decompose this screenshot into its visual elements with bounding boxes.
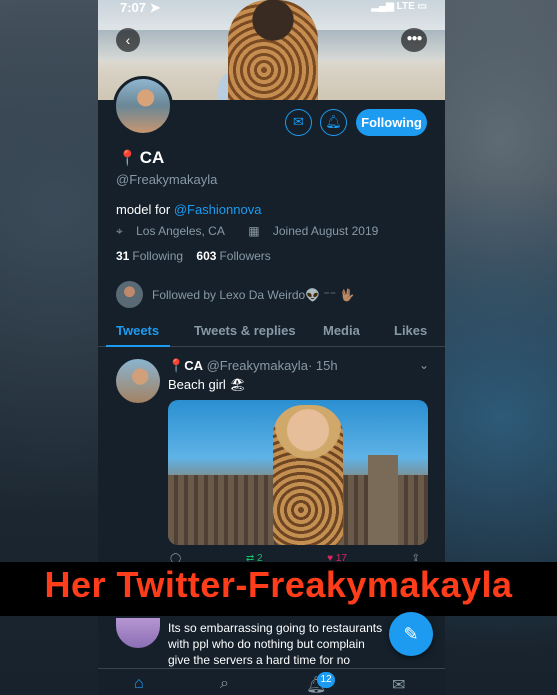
- chevron-down-icon[interactable]: ⌄: [419, 358, 429, 372]
- status-bar: 7:07 ➤ ▂▄▆ LTE ▭: [98, 0, 445, 16]
- profile-tabs: Tweets Tweets & replies Media Likes: [98, 315, 445, 347]
- location-icon: ⌖: [116, 224, 123, 238]
- location: ⌖ Los Angeles, CA: [116, 224, 225, 238]
- pin-icon: 📍: [168, 358, 185, 373]
- compose-button[interactable]: ✎: [389, 612, 433, 656]
- home-icon[interactable]: ⌂: [134, 675, 144, 693]
- notify-button[interactable]: 🔔︎: [320, 109, 347, 136]
- followed-by[interactable]: Followed by Lexo Da Weirdo👽 ⁻⁻ 🖖🏽: [116, 281, 354, 308]
- following-count[interactable]: 31 Following: [116, 249, 183, 263]
- follow-counts: 31 Following 603 Followers: [116, 249, 271, 263]
- second-tweet-text: Its so embarrassing going to restaurants…: [168, 621, 383, 667]
- caption-text: Her Twitter-Freakymakayla: [44, 564, 513, 605]
- mail-icon: ✉: [293, 114, 304, 129]
- tweet-text: Beach girl 🏖: [168, 377, 246, 392]
- profile-meta: ⌖ Los Angeles, CA ▦ Joined August 2019: [116, 224, 398, 239]
- status-right: ▂▄▆ LTE ▭: [371, 1, 427, 12]
- status-time: 7:07 ➤: [120, 0, 161, 15]
- tweet-avatar[interactable]: [116, 359, 160, 403]
- notification-badge: 12: [317, 672, 335, 688]
- compose-icon: ✎: [403, 624, 419, 644]
- tab-tweets[interactable]: Tweets: [116, 323, 159, 338]
- more-icon: ●●●: [406, 33, 422, 44]
- follower-avatar: [116, 281, 143, 308]
- back-button[interactable]: ‹: [116, 28, 140, 52]
- message-button[interactable]: ✉: [285, 109, 312, 136]
- tweet-image[interactable]: [168, 400, 428, 545]
- mail-icon[interactable]: ✉: [392, 675, 405, 695]
- tab-likes[interactable]: Likes: [394, 323, 427, 338]
- following-button[interactable]: Following: [356, 109, 427, 136]
- image-person: [273, 405, 343, 545]
- tab-media[interactable]: Media: [323, 323, 360, 338]
- profile-bio: model for @Fashionnova: [116, 202, 262, 217]
- profile-name: 📍 CA: [118, 148, 165, 167]
- join-date: ▦ Joined August 2019: [248, 224, 379, 238]
- pin-icon: 📍: [118, 150, 137, 167]
- bottom-nav: ⌂ ⌕ 🔔︎ ✉: [98, 668, 445, 695]
- tab-tweets-replies[interactable]: Tweets & replies: [194, 323, 296, 338]
- profile-avatar[interactable]: [113, 76, 173, 136]
- active-tab-indicator: [106, 345, 170, 347]
- search-icon[interactable]: ⌕: [220, 675, 229, 693]
- chevron-left-icon: ‹: [125, 32, 131, 48]
- more-button[interactable]: ●●●: [401, 28, 427, 52]
- profile-handle: @Freakymakayla: [116, 172, 218, 187]
- followers-count[interactable]: 603 Followers: [196, 249, 270, 263]
- tweet-header: 📍CA @Freakymakayla· 15h: [168, 358, 338, 373]
- image-post: [368, 455, 398, 545]
- bell-add-icon: 🔔︎: [325, 114, 342, 129]
- calendar-icon: ▦: [248, 224, 260, 238]
- bio-link[interactable]: @Fashionnova: [174, 202, 262, 217]
